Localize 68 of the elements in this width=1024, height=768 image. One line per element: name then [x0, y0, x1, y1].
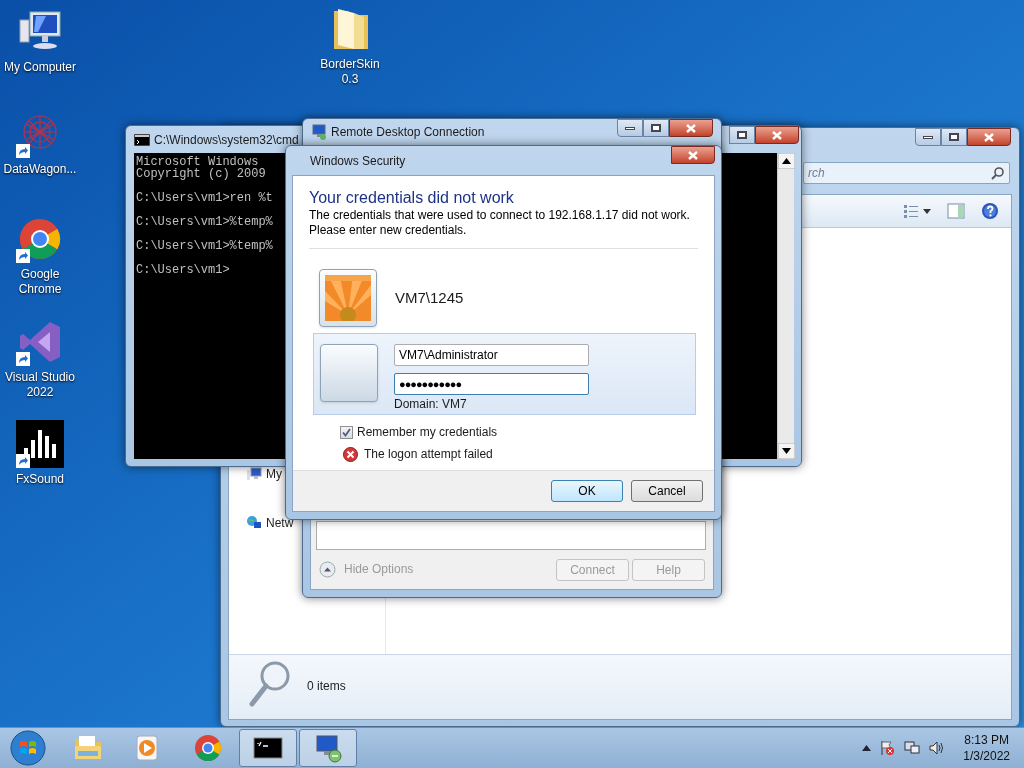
minimize-button[interactable]: [915, 128, 941, 146]
credential-panel[interactable]: VM7\Administrator ●●●●●●●●●●● Domain: VM7: [313, 333, 696, 415]
maximize-button[interactable]: [729, 126, 755, 144]
remote-desktop-icon: [311, 124, 327, 140]
error-icon: [343, 446, 358, 462]
user-tile[interactable]: [320, 344, 378, 402]
dialog-button[interactable]: Cancel: [631, 480, 703, 502]
window-title: C:\Windows\system32\cmd: [154, 132, 299, 149]
close-button[interactable]: [967, 128, 1011, 146]
search-icon[interactable]: [991, 166, 1005, 180]
magnifier-icon: [247, 660, 291, 710]
flag-icon[interactable]: [879, 740, 896, 756]
icon-label[interactable]: FxSound: [2, 472, 78, 487]
maximize-button[interactable]: [941, 128, 967, 146]
clock[interactable]: 8:13 PM 1/3/2022: [963, 732, 1010, 764]
check-icon: [342, 427, 351, 437]
icon-label[interactable]: Google Chrome: [2, 267, 78, 297]
close-button[interactable]: [671, 146, 715, 164]
network-icon[interactable]: [903, 740, 922, 756]
icon-label[interactable]: My Computer: [2, 60, 78, 75]
volume-icon[interactable]: [929, 740, 946, 756]
username-field[interactable]: VM7\Administrator: [394, 344, 589, 366]
equalizer-icon[interactable]: [16, 420, 64, 468]
dialog-button[interactable]: OK: [551, 480, 623, 502]
close-icon: [984, 132, 994, 142]
icon-label[interactable]: BorderSkin 0.3: [312, 57, 388, 87]
scroll-down-icon[interactable]: [778, 443, 795, 459]
console-line: Copyright (c) 2009: [136, 168, 266, 180]
close-icon: [772, 130, 782, 140]
icon-label[interactable]: Visual Studio 2022: [2, 370, 78, 400]
close-button[interactable]: [755, 126, 799, 144]
close-icon: [686, 123, 696, 133]
password-field[interactable]: ●●●●●●●●●●●: [394, 373, 589, 395]
computer-icon: [246, 466, 262, 482]
show-hidden-icons-button[interactable]: [862, 745, 872, 751]
window-title: Remote Desktop Connection: [331, 124, 485, 141]
maximize-button[interactable]: [643, 119, 669, 137]
console-line: C:\Users\vm1>: [136, 264, 230, 276]
console-line: C:\Users\vm1>ren %t: [136, 192, 273, 204]
remote-desktop-icon: [313, 733, 343, 763]
scroll-up-icon[interactable]: [778, 153, 795, 169]
console-line: Microsoft Windows: [136, 156, 259, 168]
network-icon: [246, 515, 262, 531]
chrome-icon: [193, 733, 223, 763]
scrollbar[interactable]: [777, 153, 794, 459]
console-line: C:\Users\vm1>%temp%: [136, 216, 273, 228]
status-text: 0 items: [307, 678, 346, 695]
collapse-icon[interactable]: [319, 560, 336, 578]
taskbar-button[interactable]: [239, 729, 297, 767]
help-icon[interactable]: [981, 202, 999, 220]
user-name: VM7\1245: [395, 287, 464, 308]
window-title: Windows Security: [310, 153, 406, 170]
caret-icon[interactable]: [923, 208, 931, 214]
close-icon: [688, 150, 698, 160]
console-icon: [134, 134, 150, 146]
nav-item[interactable]: My: [246, 465, 385, 483]
icon-label[interactable]: DataWagon...: [2, 162, 78, 177]
search-field[interactable]: rch: [803, 162, 1010, 184]
minimize-button[interactable]: [617, 119, 643, 137]
checkbox-label: Remember my credentials: [357, 424, 498, 441]
dialog-heading: Your credentials did not work: [309, 188, 515, 208]
domain-text: Domain: VM7: [394, 397, 468, 411]
message-text: The credentials that were used to connect to 192.168.1.17 did not work. Please enter new credentials.: [309, 208, 691, 238]
console-line: C:\Users\vm1>%temp%: [136, 240, 273, 252]
remember-checkbox[interactable]: [340, 425, 353, 439]
error-text: The logon attempt failed: [364, 446, 493, 463]
close-button[interactable]: [669, 119, 713, 137]
start-button[interactable]: [9, 729, 47, 767]
